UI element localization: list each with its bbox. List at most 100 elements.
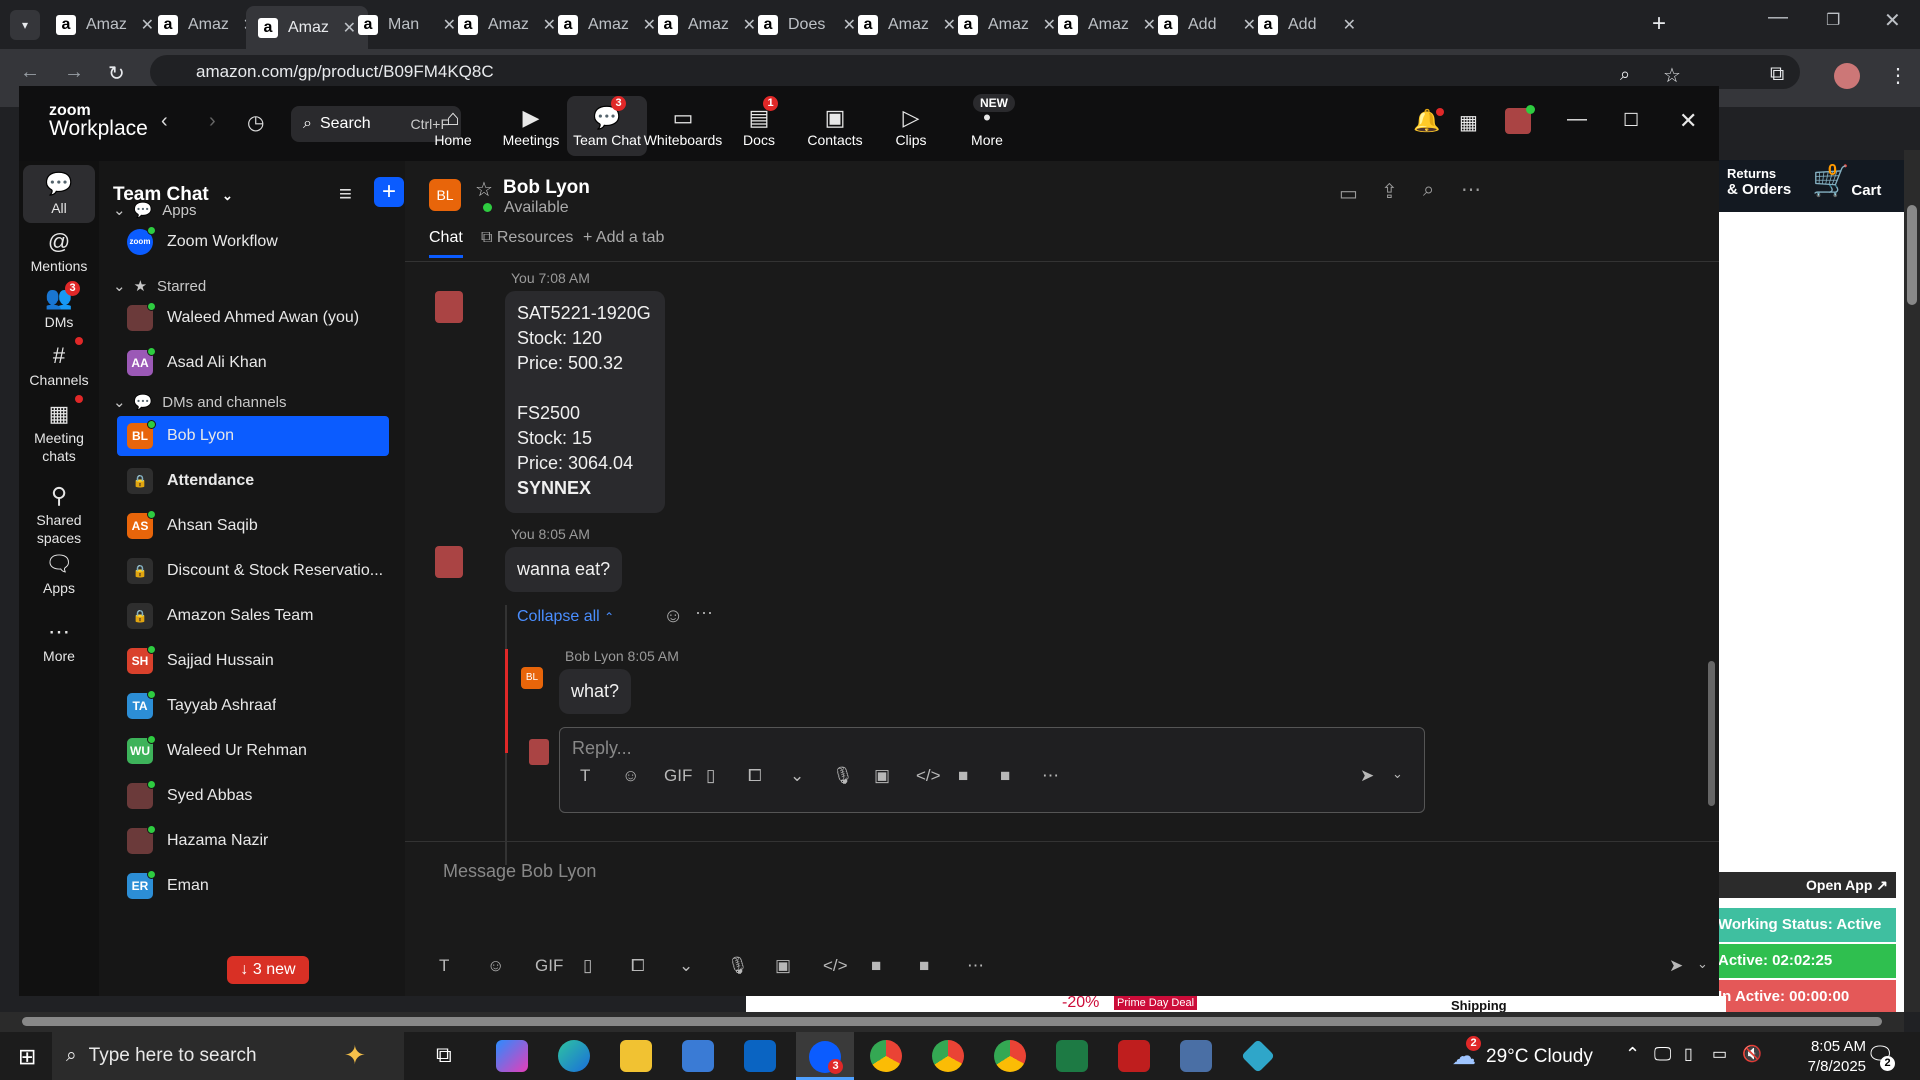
app-icon[interactable] xyxy=(1241,1039,1275,1073)
filezilla-icon[interactable] xyxy=(1118,1040,1150,1072)
nav-home[interactable]: ⌂ Home xyxy=(413,104,493,148)
calendar-icon[interactable]: ▦ xyxy=(1459,110,1478,135)
sidebar-item[interactable]: zoom Zoom Workflow xyxy=(117,222,389,262)
section-starred[interactable]: ⌄ ★ Starred xyxy=(113,277,206,296)
microphone-icon[interactable]: 🎙 xyxy=(727,956,749,976)
open-app-button[interactable]: Open App ↗ xyxy=(1710,872,1896,898)
zoom-close-button[interactable]: ✕ xyxy=(1679,108,1697,134)
chat-scrollbar-thumb[interactable] xyxy=(1708,661,1715,806)
sidebar-item[interactable]: Waleed Ahmed Awan (you) xyxy=(117,298,389,338)
zoom-taskbar-button[interactable]: 3 xyxy=(796,1032,854,1080)
code-snippet-icon[interactable]: </> xyxy=(823,956,848,976)
nav-whiteboards[interactable]: ▭ Whiteboards xyxy=(643,104,723,148)
clock[interactable]: 8:05 AM 7/8/2025 xyxy=(1786,1037,1866,1077)
store-icon[interactable] xyxy=(682,1040,714,1072)
send-options-icon[interactable]: ⌄ xyxy=(1697,956,1708,972)
reply-bubble[interactable]: what? xyxy=(559,669,632,714)
notifications-bell-icon[interactable]: 🔔 xyxy=(1413,108,1445,134)
tab-add[interactable]: + Add a tab xyxy=(583,229,664,247)
rail-meeting-chats[interactable]: ▦ Meeting chats xyxy=(23,395,95,475)
minimize-browser-button[interactable]: — xyxy=(1768,6,1788,29)
back-arrow-icon[interactable]: ‹ xyxy=(161,110,168,133)
rail-apps[interactable]: 🗨 Apps xyxy=(23,545,95,599)
file-explorer-icon[interactable] xyxy=(620,1040,652,1072)
edge-icon[interactable] xyxy=(558,1040,590,1072)
excel-icon[interactable] xyxy=(1056,1040,1088,1072)
nav-clips[interactable]: ▷ Clips xyxy=(871,104,951,148)
sparkle-icon[interactable]: ✦ xyxy=(344,1040,366,1071)
sidebar-item[interactable]: SH Sajjad Hussain xyxy=(117,641,389,681)
chat-more-icon[interactable]: ⋯ xyxy=(1461,177,1481,202)
video-message-icon[interactable]: ▣ xyxy=(775,956,791,976)
network-icon[interactable]: 🖵 xyxy=(1654,1044,1671,1065)
tab-chat[interactable]: Chat xyxy=(429,229,463,258)
dropdown-icon[interactable]: ⌄ xyxy=(679,956,693,976)
nav-meetings[interactable]: ▶ Meetings xyxy=(491,104,571,148)
chrome-icon[interactable] xyxy=(994,1040,1026,1072)
user-avatar[interactable] xyxy=(1505,105,1535,134)
chrome-icon[interactable] xyxy=(870,1040,902,1072)
horizontal-scrollbar[interactable] xyxy=(0,1012,1904,1032)
nav-team-chat[interactable]: 💬 Team Chat 3 xyxy=(567,96,647,156)
filter-icon[interactable]: ≡ xyxy=(339,181,352,207)
device-icon[interactable]: ▯ xyxy=(1684,1044,1693,1064)
page-scrollbar[interactable] xyxy=(1904,150,1920,1012)
emoji-icon[interactable]: ☺ xyxy=(622,766,639,786)
copilot-icon[interactable] xyxy=(496,1040,528,1072)
rail-all[interactable]: 💬 All xyxy=(23,165,95,223)
volume-icon[interactable]: 🔇 xyxy=(1742,1044,1762,1064)
sidebar-item[interactable]: WU Waleed Ur Rehman xyxy=(117,731,389,771)
share-screen-icon[interactable]: ⇪ xyxy=(1381,179,1398,204)
sidebar-item[interactable]: 🔒 Amazon Sales Team xyxy=(117,596,389,636)
app-icon[interactable]: ■ xyxy=(1000,766,1010,786)
sidebar-item[interactable]: 🔒 Discount & Stock Reservatio... xyxy=(117,551,389,591)
add-reaction-icon[interactable]: ☺ xyxy=(663,605,683,628)
zoom-maximize-button[interactable]: ☐ xyxy=(1623,110,1639,131)
code-snippet-icon[interactable]: </> xyxy=(916,766,941,786)
emoji-icon[interactable]: ☺ xyxy=(487,956,504,976)
app-icon[interactable]: ■ xyxy=(919,956,929,976)
microphone-icon[interactable]: 🎙 xyxy=(832,766,854,786)
chrome-icon[interactable] xyxy=(932,1040,964,1072)
bookmark-star-icon[interactable]: ☆ xyxy=(1663,63,1681,88)
more-options-icon[interactable]: ⋯ xyxy=(967,956,984,976)
tray-up-icon[interactable]: ⌃ xyxy=(1625,1044,1640,1065)
rail-dms[interactable]: 👥 DMs 3 xyxy=(23,279,95,333)
new-tab-button[interactable]: + xyxy=(1652,10,1666,38)
extensions-icon[interactable]: ⧉ xyxy=(1770,63,1784,86)
rail-mentions[interactable]: @ Mentions xyxy=(23,223,95,277)
sidebar-item[interactable]: ER Eman xyxy=(117,866,389,906)
close-browser-button[interactable]: ✕ xyxy=(1884,8,1901,33)
gif-icon[interactable]: GIF xyxy=(535,956,563,976)
sidebar-item[interactable]: 🔒 Attendance xyxy=(117,461,389,501)
windows-start-icon[interactable]: ⊞ xyxy=(18,1044,36,1070)
sidebar-item[interactable]: AS Ahsan Saqib xyxy=(117,506,389,546)
restore-browser-button[interactable]: ❐ xyxy=(1826,10,1840,30)
section-dms[interactable]: ⌄ 💬 DMs and channels xyxy=(113,393,287,412)
more-options-icon[interactable]: ⋯ xyxy=(1042,766,1059,786)
url-field[interactable]: amazon.com/gp/product/B09FM4KQ8C xyxy=(150,55,1800,89)
tab-search-button[interactable]: ▾ xyxy=(10,10,40,40)
back-icon[interactable]: ← xyxy=(20,61,40,84)
outlook-icon[interactable] xyxy=(744,1040,776,1072)
contact-avatar[interactable]: BL xyxy=(429,179,461,211)
dropdown-icon[interactable]: ⌄ xyxy=(790,766,804,786)
tab-resources[interactable]: ⧉ Resources xyxy=(481,229,573,247)
sidebar-item[interactable]: BL Bob Lyon xyxy=(117,416,389,456)
profile-avatar[interactable] xyxy=(1834,63,1860,89)
sidebar-item[interactable]: AA Asad Ali Khan xyxy=(117,343,389,383)
sidebar-item[interactable]: TA Tayyab Ashraaf xyxy=(117,686,389,726)
file-icon[interactable]: ▯ xyxy=(583,956,592,976)
message-bubble[interactable]: SAT5221-1920G Stock: 120 Price: 500.32 FS25… xyxy=(505,291,665,513)
browser-menu-icon[interactable]: ⋮ xyxy=(1888,63,1908,88)
sidebar-item[interactable]: Hazama Nazir xyxy=(117,821,389,861)
send-icon[interactable]: ➤ xyxy=(1669,956,1683,976)
file-icon[interactable]: ▯ xyxy=(706,766,715,786)
video-call-icon[interactable]: ▭ xyxy=(1339,181,1358,206)
forward-arrow-icon[interactable]: › xyxy=(209,110,216,133)
screenshot-icon[interactable]: ⧠ xyxy=(748,766,762,786)
video-message-icon[interactable]: ▣ xyxy=(874,766,890,786)
contact-name[interactable]: Bob Lyon xyxy=(503,177,590,199)
returns-orders-link[interactable]: Returns & Orders xyxy=(1727,166,1791,198)
reply-box[interactable]: Reply... T ☺ GIF ▯ ⧠ ⌄ 🎙 ▣ </> ■ ■ ⋯ ➤ ⌄ xyxy=(559,727,1425,813)
